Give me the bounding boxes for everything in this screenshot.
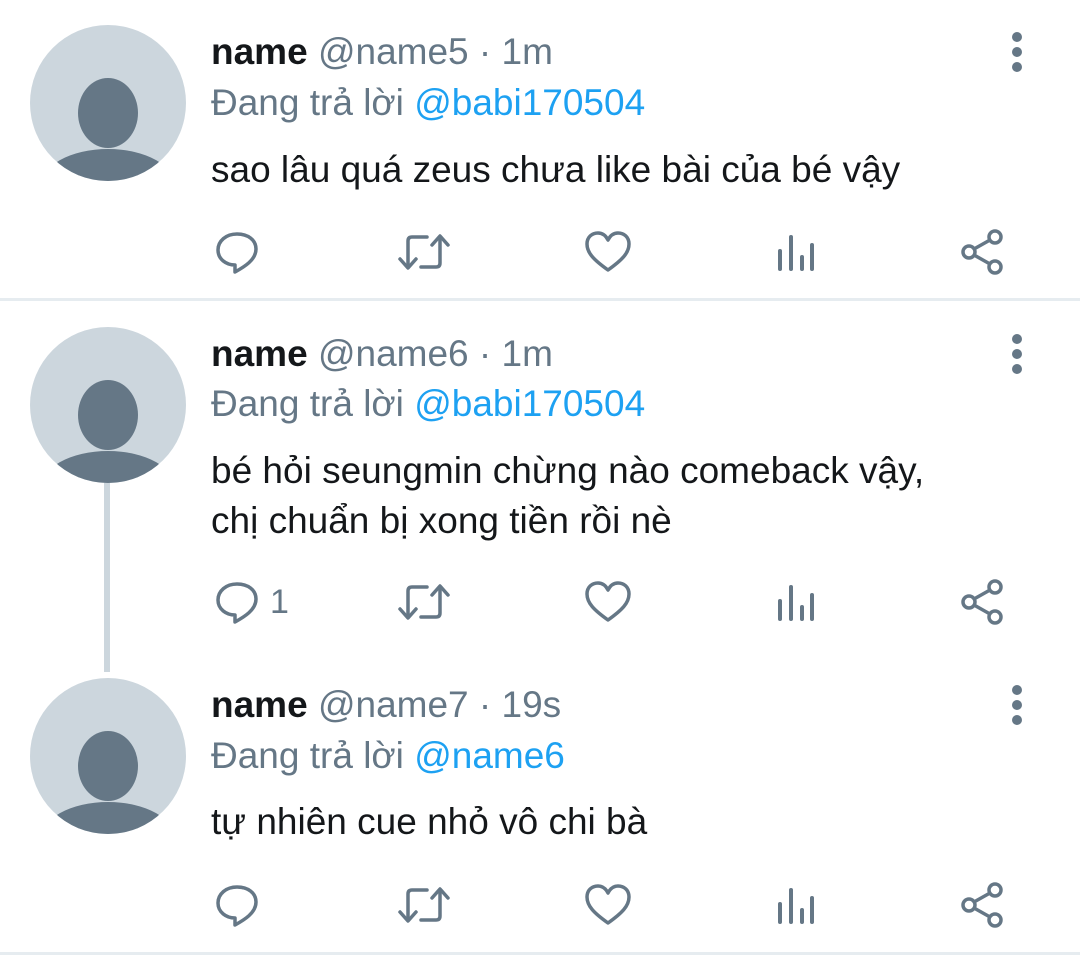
default-avatar-icon [40, 78, 176, 181]
analytics-button[interactable] [775, 222, 817, 282]
reply-button[interactable] [214, 875, 270, 935]
display-name[interactable]: name [211, 333, 308, 374]
retweet-button[interactable] [397, 875, 451, 935]
reply-button[interactable]: 1 [214, 572, 289, 632]
analytics-button[interactable] [775, 875, 817, 935]
separator-dot: · [478, 333, 492, 374]
share-button[interactable] [959, 572, 1005, 632]
default-avatar-icon [40, 731, 176, 834]
reply-count: 1 [270, 582, 289, 621]
tweet-header: name @name5 · 1m [211, 30, 553, 74]
replying-to-line: Đang trả lời @name6 [211, 734, 565, 778]
analytics-icon [778, 888, 814, 924]
retweet-button[interactable] [397, 222, 451, 282]
display-name[interactable]: name [211, 684, 308, 725]
tweet-header: name @name6 · 1m [211, 332, 553, 376]
tweet-1[interactable]: name @name5 · 1m Đang trả lời @babi17050… [0, 0, 1080, 300]
timestamp[interactable]: 1m [502, 333, 553, 374]
like-icon [585, 581, 631, 622]
tweet-text: tự nhiên cue nhỏ vô chi bà [211, 801, 648, 842]
default-avatar-icon [40, 380, 176, 483]
share-icon [961, 229, 1003, 275]
tweet-text: bé hỏi seungmin chừng nào comeback vậy, … [211, 450, 925, 541]
reply-icon [216, 582, 258, 624]
retweet-button[interactable] [397, 572, 451, 632]
avatar[interactable] [30, 678, 186, 834]
reply-icon [216, 885, 258, 927]
tweet-divider [0, 952, 1080, 955]
mention-link[interactable]: @name6 [414, 735, 565, 776]
user-handle[interactable]: @name6 [318, 333, 469, 374]
separator-dot: · [478, 684, 492, 725]
more-vertical-icon[interactable] [1002, 30, 1032, 74]
retweet-icon [398, 584, 450, 620]
tweet-text: sao lâu quá zeus chưa like bài của bé vậ… [211, 149, 901, 190]
like-button[interactable] [584, 572, 632, 632]
more-vertical-icon[interactable] [1002, 683, 1032, 727]
avatar[interactable] [30, 327, 186, 483]
user-handle[interactable]: @name7 [318, 684, 469, 725]
user-handle[interactable]: @name5 [318, 31, 469, 72]
reply-icon [216, 232, 258, 274]
analytics-icon [778, 585, 814, 621]
like-icon [585, 884, 631, 925]
like-icon [585, 231, 631, 272]
like-button[interactable] [584, 222, 632, 282]
separator-dot: · [478, 31, 492, 72]
tweet-2[interactable]: name @name6 · 1m Đang trả lời @babi17050… [0, 300, 1080, 670]
action-bar [0, 222, 1080, 282]
like-button[interactable] [584, 875, 632, 935]
retweet-icon [398, 234, 450, 270]
display-name[interactable]: name [211, 31, 308, 72]
replying-prefix: Đang trả lời [211, 383, 404, 424]
analytics-icon [778, 235, 814, 271]
share-button[interactable] [959, 222, 1005, 282]
action-bar: 1 [0, 572, 1080, 632]
timestamp[interactable]: 19s [502, 684, 562, 725]
share-button[interactable] [959, 875, 1005, 935]
tweet-header: name @name7 · 19s [211, 683, 561, 727]
reply-button[interactable] [214, 222, 270, 282]
analytics-button[interactable] [775, 572, 817, 632]
more-vertical-icon[interactable] [1002, 332, 1032, 376]
replying-to-line: Đang trả lời @babi170504 [211, 81, 645, 125]
replying-to-line: Đang trả lời @babi170504 [211, 382, 645, 426]
avatar[interactable] [30, 25, 186, 181]
tweet-3[interactable]: name @name7 · 19s Đang trả lời @name6 tự… [0, 670, 1080, 953]
action-bar [0, 875, 1080, 935]
mention-link[interactable]: @babi170504 [414, 82, 645, 123]
mention-link[interactable]: @babi170504 [414, 383, 645, 424]
timestamp[interactable]: 1m [502, 31, 553, 72]
retweet-icon [398, 887, 450, 923]
share-icon [961, 579, 1003, 625]
replying-prefix: Đang trả lời [211, 82, 404, 123]
replying-prefix: Đang trả lời [211, 735, 404, 776]
share-icon [961, 882, 1003, 928]
